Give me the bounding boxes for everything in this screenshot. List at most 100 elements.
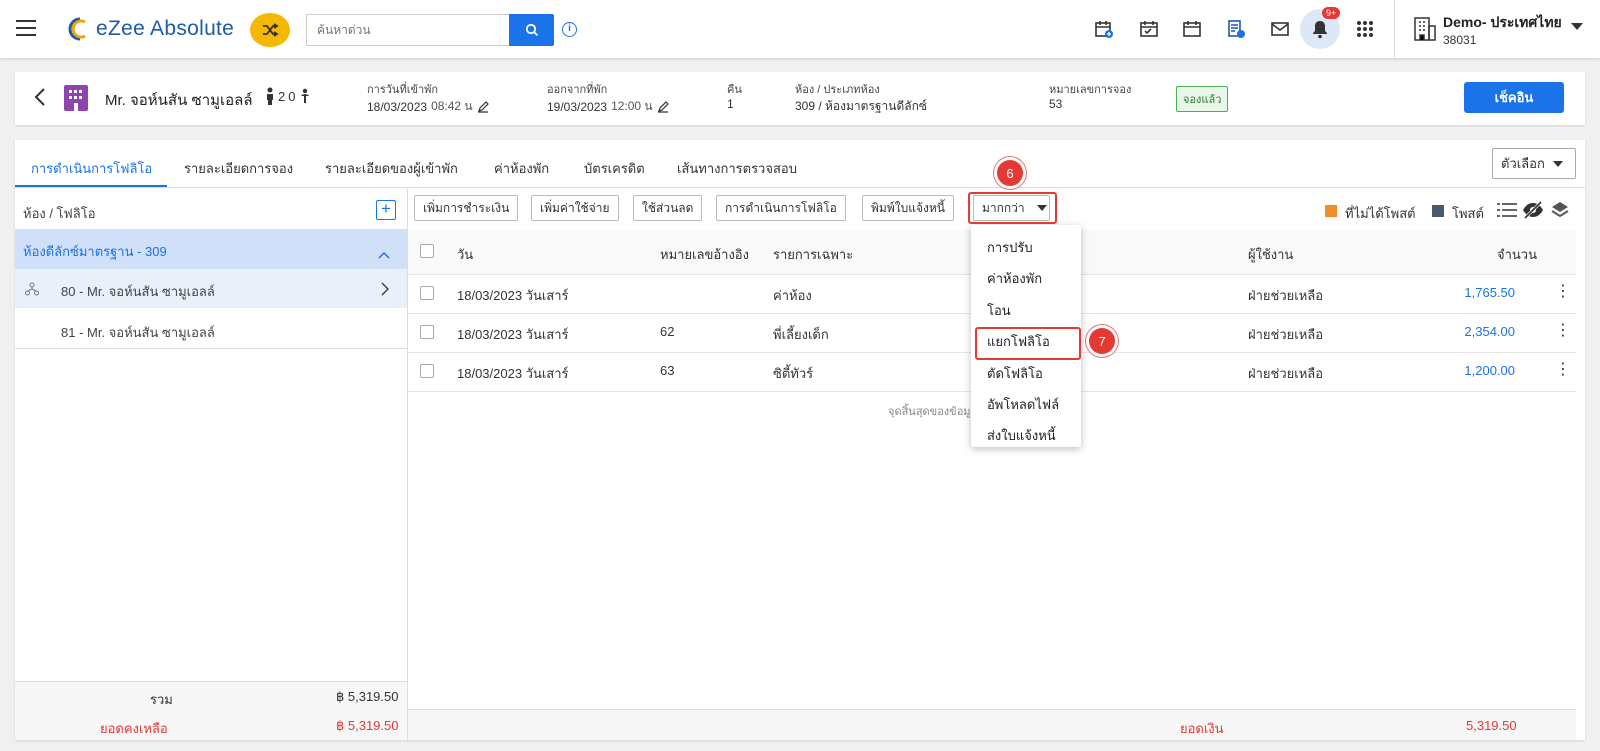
back-icon[interactable] bbox=[33, 87, 47, 110]
search-icon bbox=[525, 23, 538, 37]
status-badge: จองแล้ว bbox=[1176, 86, 1229, 112]
total-label: รวม bbox=[150, 692, 173, 707]
menu-item-send-invoice[interactable]: ส่งใบแจ้งหนี้ bbox=[987, 425, 1056, 446]
layers-icon[interactable] bbox=[1550, 200, 1570, 223]
chevron-right-icon[interactable] bbox=[381, 282, 389, 299]
row-kebab-icon[interactable]: ⋮ bbox=[1555, 284, 1571, 300]
row-kebab-icon[interactable]: ⋮ bbox=[1555, 362, 1571, 378]
calendar-add-icon[interactable] bbox=[1093, 18, 1115, 40]
row-amount[interactable]: 1,200.00 bbox=[1435, 363, 1515, 378]
nights-label: คืน bbox=[727, 84, 742, 96]
chevron-up-icon[interactable] bbox=[378, 247, 390, 262]
row-checkbox[interactable] bbox=[420, 325, 434, 339]
search-button[interactable] bbox=[509, 14, 554, 46]
tab-audit-trail[interactable]: เส้นทางการตรวจสอบ bbox=[677, 158, 797, 179]
invoice-icon[interactable] bbox=[1225, 18, 1247, 40]
list-view-icon[interactable] bbox=[1497, 202, 1517, 221]
sidebar-list-divider bbox=[15, 348, 407, 349]
room-value: 309 / ห้องมาตรฐานดีลักซ์ bbox=[795, 99, 928, 113]
row-checkbox[interactable] bbox=[420, 364, 434, 378]
checkin-date: 18/03/2023 bbox=[367, 99, 428, 114]
row-reference: 62 bbox=[660, 324, 675, 339]
guest-summary-card: Mr. จอห์นสัน ซามูเอลล์ 2 0 การวันที่เข้า… bbox=[15, 72, 1585, 125]
row-user: ฝ่ายช่วยเหลือ bbox=[1248, 366, 1324, 381]
checkin-datetime: 18/03/2023 08:42 น bbox=[367, 97, 489, 116]
hotel-dropdown-icon[interactable] bbox=[1571, 23, 1583, 30]
apply-discount-button[interactable]: ใช้ส่วนลด bbox=[633, 195, 703, 221]
guest-name[interactable]: Mr. จอห์นสัน ซามูเอลล์ bbox=[105, 88, 253, 112]
checkout-date: 19/03/2023 bbox=[547, 99, 608, 114]
info-icon[interactable]: i bbox=[562, 22, 577, 37]
add-charge-button[interactable]: เพิ่มค่าใช้จ่าย bbox=[531, 195, 619, 221]
edit-checkout-icon[interactable] bbox=[657, 100, 669, 113]
shuffle-icon[interactable] bbox=[250, 13, 290, 47]
balance-label: ยอดคงเหลือ bbox=[100, 721, 168, 736]
row-particulars: ค่าห้อง bbox=[773, 288, 812, 303]
row-amount[interactable]: 1,765.50 bbox=[1435, 285, 1515, 300]
calendar-icon[interactable] bbox=[1181, 18, 1203, 40]
select-all-checkbox[interactable] bbox=[420, 244, 434, 258]
app-name: eZee Absolute bbox=[96, 17, 235, 40]
tab-booking-details[interactable]: รายละเอียดการจอง bbox=[184, 158, 293, 179]
notification-badge: 9+ bbox=[1322, 7, 1341, 19]
ezee-logo-icon bbox=[68, 17, 86, 41]
row-kebab-icon[interactable]: ⋮ bbox=[1555, 323, 1571, 339]
room-label: ห้อง / ประเภทห้อง bbox=[795, 84, 880, 96]
column-amount[interactable]: จำนวน bbox=[1497, 244, 1537, 265]
app-logo[interactable]: eZee Absolute bbox=[64, 14, 234, 44]
total-value: ฿ 5,319.50 bbox=[336, 689, 399, 704]
posted-legend-label: โพสต์ bbox=[1452, 206, 1484, 221]
menu-item-transfer[interactable]: โอน bbox=[987, 300, 1011, 321]
column-user[interactable]: ผู้ใช้งาน bbox=[1248, 244, 1293, 265]
sidebar-header: ห้อง / โฟลิโอ bbox=[23, 206, 96, 221]
tab-folio-operations[interactable]: การดำเนินการโฟลิโอ bbox=[31, 158, 152, 179]
edit-checkin-icon[interactable] bbox=[477, 100, 489, 113]
folio-operations-button[interactable]: การดำเนินการโฟลิโอ bbox=[716, 195, 846, 221]
divider bbox=[1394, 0, 1395, 58]
step-6-highlight bbox=[968, 192, 1057, 224]
row-date: 18/03/2023 วันเสาร์ bbox=[457, 327, 569, 342]
menu-item-upload-file[interactable]: อัพโหลดไฟล์ bbox=[987, 394, 1059, 415]
top-bar: eZee Absolute i 9+ Demo- ประเทศไทย 38031 bbox=[0, 0, 1600, 58]
sidebar-item-folio-81[interactable]: 81 - Mr. จอห์นสัน ซามูเอลล์ bbox=[61, 322, 215, 343]
nights-value: 1 bbox=[727, 97, 734, 111]
options-dropdown[interactable]: ตัวเลือก bbox=[1492, 148, 1576, 179]
mail-icon[interactable] bbox=[1269, 18, 1291, 40]
checkin-time: 08:42 น bbox=[431, 99, 473, 113]
column-date[interactable]: วัน bbox=[457, 244, 473, 265]
calendar-check-icon[interactable] bbox=[1138, 18, 1160, 40]
add-payment-button[interactable]: เพิ่มการชำระเงิน bbox=[414, 195, 519, 221]
child-count: 0 bbox=[288, 88, 296, 104]
hotel-name[interactable]: Demo- ประเทศไทย bbox=[1443, 12, 1562, 34]
checkout-label: ออกจากที่พัก bbox=[547, 84, 608, 96]
tab-credit-card[interactable]: บัตรเครดิต bbox=[584, 158, 645, 179]
hide-eye-icon[interactable] bbox=[1522, 200, 1544, 222]
sidebar-group-label: ห้องดีลักซ์มาตรฐาน - 309 bbox=[23, 244, 167, 259]
menu-item-cut-folio[interactable]: ตัดโฟลิโอ bbox=[987, 363, 1043, 384]
posted-legend-swatch bbox=[1432, 205, 1444, 217]
menu-icon[interactable] bbox=[16, 20, 36, 36]
column-particulars[interactable]: รายการเฉพาะ bbox=[773, 244, 853, 265]
sidebar-item-label: 80 - Mr. จอห์นสัน ซามูเอลล์ bbox=[61, 284, 215, 299]
row-checkbox[interactable] bbox=[420, 286, 434, 300]
checkout-time: 12:00 น bbox=[611, 99, 653, 113]
print-invoice-button[interactable]: พิมพ์ใบแจ้งหนี้ bbox=[862, 195, 954, 221]
column-reference[interactable]: หมายเลขอ้างอิง bbox=[660, 244, 749, 265]
checkin-button[interactable]: เช็คอิน bbox=[1464, 82, 1564, 113]
tab-room-charges[interactable]: ค่าห้องพัก bbox=[494, 158, 549, 179]
apps-grid-icon[interactable] bbox=[1354, 18, 1376, 40]
add-folio-icon[interactable]: + bbox=[376, 200, 396, 220]
row-amount[interactable]: 2,354.00 bbox=[1435, 324, 1515, 339]
options-label: ตัวเลือก bbox=[1501, 156, 1545, 171]
checkout-datetime: 19/03/2023 12:00 น bbox=[547, 97, 669, 116]
unposted-legend-label: ที่ไม่ได้โพสต์ bbox=[1345, 206, 1416, 221]
step-6-marker: 6 bbox=[997, 160, 1023, 186]
menu-item-room-charges[interactable]: ค่าห้องพัก bbox=[987, 268, 1042, 289]
row-date: 18/03/2023 วันเสาร์ bbox=[457, 288, 569, 303]
menu-item-adjustment[interactable]: การปรับ bbox=[987, 237, 1033, 258]
building-icon bbox=[1413, 16, 1437, 45]
tab-guest-details[interactable]: รายละเอียดของผู้เข้าพัก bbox=[325, 158, 458, 179]
quick-search-input[interactable] bbox=[306, 14, 509, 46]
row-particulars: พี่เลี้ยงเด็ก bbox=[773, 327, 829, 342]
balance-value: ฿ 5,319.50 bbox=[336, 718, 399, 733]
